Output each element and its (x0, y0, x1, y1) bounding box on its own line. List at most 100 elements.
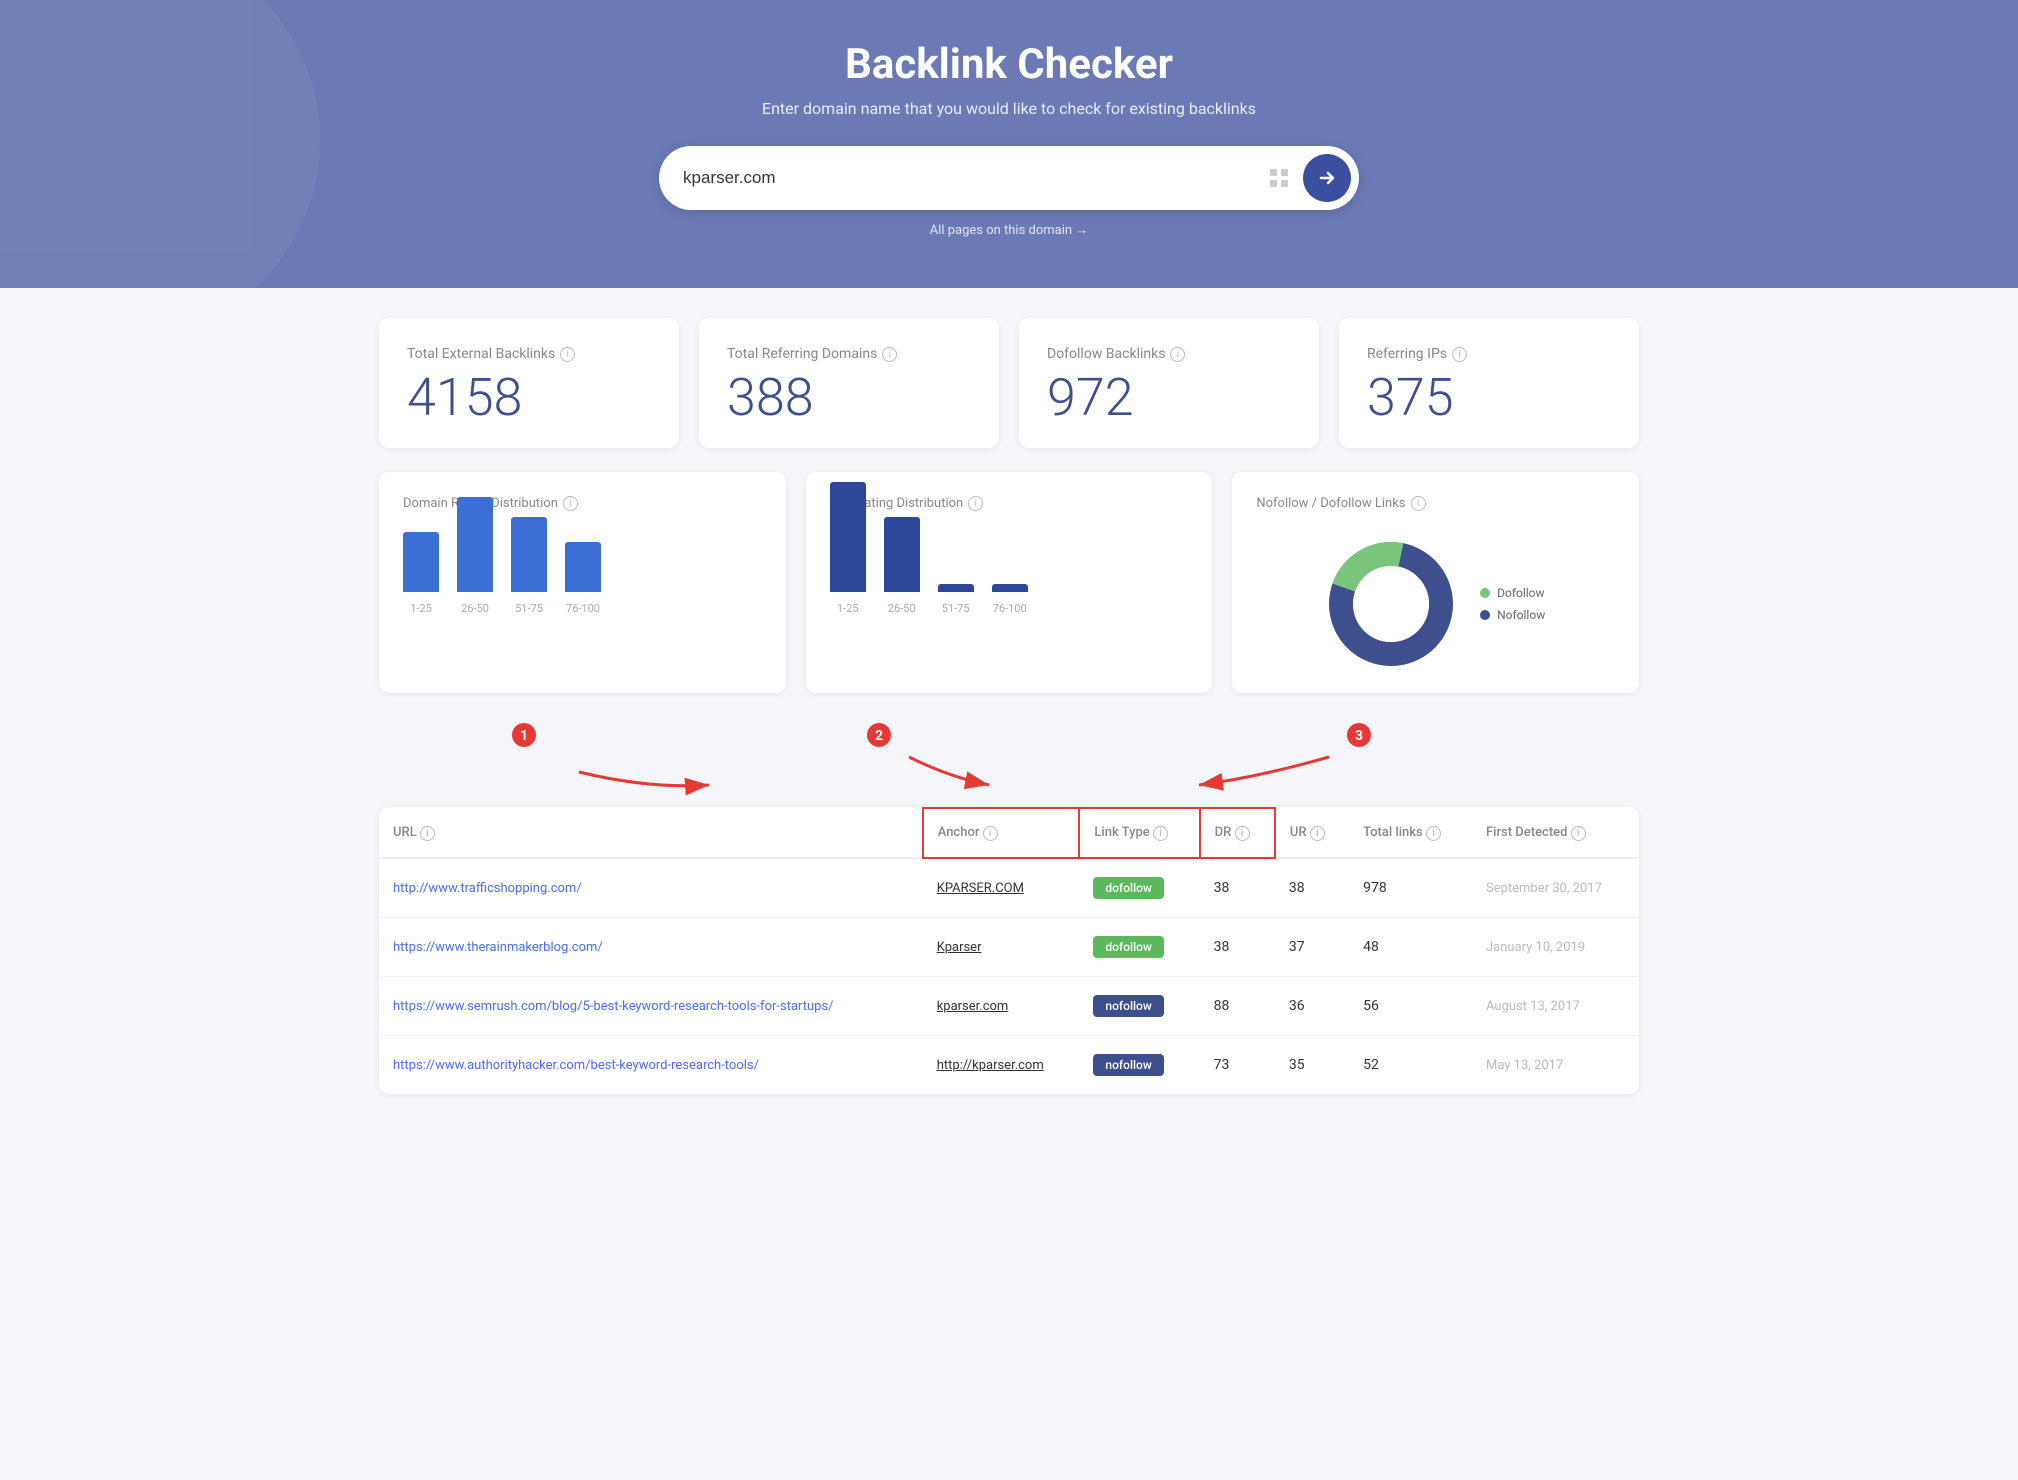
td-ur-2: 37 (1275, 918, 1349, 977)
td-url-2: https://www.therainmakerblog.com/ (379, 918, 923, 977)
stat-label-backlinks: Total External Backlinks i (407, 346, 651, 362)
page-title: Backlink Checker (20, 40, 1998, 89)
anchor-text-1: KPARSER.COM (937, 881, 1024, 896)
url-bar-group-76-100: 76-100 (992, 584, 1028, 615)
info-icon-backlinks[interactable]: i (560, 347, 575, 362)
svg-text:2: 2 (875, 728, 883, 744)
bar-label-51-75: 51-75 (515, 602, 543, 615)
svg-text:1: 1 (520, 728, 528, 744)
td-date-3: August 13, 2017 (1472, 977, 1639, 1036)
search-hint[interactable]: All pages on this domain → (20, 222, 1998, 238)
stat-value-dofollow: 972 (1047, 372, 1291, 424)
url-link-4[interactable]: https://www.authorityhacker.com/best-key… (393, 1058, 759, 1073)
info-icon-anchor-col[interactable]: i (983, 826, 998, 841)
bar-1-25 (403, 532, 439, 592)
td-linktype-3: nofollow (1079, 977, 1199, 1036)
td-date-1: September 30, 2017 (1472, 858, 1639, 918)
info-icon-nofollow-chart[interactable]: i (1411, 496, 1426, 511)
legend-dofollow: Dofollow (1480, 586, 1545, 600)
legend-dot-nofollow (1480, 610, 1490, 620)
td-date-2: January 10, 2019 (1472, 918, 1639, 977)
stat-label-ips: Referring IPs i (1367, 346, 1611, 362)
url-bar-group-1-25: 1-25 (830, 482, 866, 615)
stat-card-backlinks: Total External Backlinks i 4158 (379, 318, 679, 448)
th-link-type: Link Type i (1079, 808, 1199, 858)
td-date-4: May 13, 2017 (1472, 1036, 1639, 1095)
table-header: URL i Anchor i Link Type i DR (379, 808, 1639, 858)
table-row: https://www.semrush.com/blog/5-best-keyw… (379, 977, 1639, 1036)
stat-value-ips: 375 (1367, 372, 1611, 424)
bar-51-75 (511, 517, 547, 592)
legend-nofollow: Nofollow (1480, 608, 1545, 622)
donut-container: Dofollow Nofollow (1256, 529, 1615, 669)
th-first-detected: First Detected i (1472, 808, 1639, 858)
url-link-2[interactable]: https://www.therainmakerblog.com/ (393, 940, 603, 955)
td-links-3: 56 (1349, 977, 1472, 1036)
anchor-text-4: http://kparser.com (937, 1058, 1044, 1073)
td-dr-2: 38 (1200, 918, 1275, 977)
info-icon-url-chart[interactable]: i (968, 496, 983, 511)
td-ur-1: 38 (1275, 858, 1349, 918)
url-link-1[interactable]: http://www.trafficshopping.com/ (393, 881, 582, 896)
info-icon-dr-col[interactable]: i (1235, 826, 1250, 841)
td-dr-3: 88 (1200, 977, 1275, 1036)
search-button[interactable] (1303, 154, 1351, 202)
stat-value-domains: 388 (727, 372, 971, 424)
chart-url-rating: URL Rating Distribution i 1-25 26-50 51-… (806, 472, 1213, 693)
header-section: Backlink Checker Enter domain name that … (0, 0, 2018, 288)
url-bar-51-75 (938, 584, 974, 592)
td-ur-3: 36 (1275, 977, 1349, 1036)
info-icon-dofollow[interactable]: i (1170, 347, 1185, 362)
stats-row: Total External Backlinks i 4158 Total Re… (379, 318, 1639, 448)
chart-title-url: URL Rating Distribution i (830, 496, 1189, 511)
chart-nofollow-dofollow: Nofollow / Dofollow Links i Dofollow (1232, 472, 1639, 693)
donut-legend: Dofollow Nofollow (1480, 586, 1545, 622)
url-bar-1-25 (830, 482, 866, 592)
info-icon-domain-chart[interactable]: i (563, 496, 578, 511)
bar-group-51-75: 51-75 (511, 517, 547, 615)
charts-row: Domain Rating Distribution i 1-25 26-50 … (379, 472, 1639, 693)
svg-text:3: 3 (1355, 728, 1363, 744)
td-links-2: 48 (1349, 918, 1472, 977)
chart-domain-rating: Domain Rating Distribution i 1-25 26-50 … (379, 472, 786, 693)
info-icon-domains[interactable]: i (882, 347, 897, 362)
bar-label-26-50: 26-50 (461, 602, 489, 615)
td-anchor-1: KPARSER.COM (923, 858, 1080, 918)
td-links-1: 978 (1349, 858, 1472, 918)
url-link-3[interactable]: https://www.semrush.com/blog/5-best-keyw… (393, 999, 834, 1014)
td-url-4: https://www.authorityhacker.com/best-key… (379, 1036, 923, 1095)
bar-group-76-100: 76-100 (565, 542, 601, 615)
th-ur: UR i (1275, 808, 1349, 858)
url-bar-26-50 (884, 517, 920, 592)
url-bar-chart: 1-25 26-50 51-75 76-100 (830, 529, 1189, 639)
td-dr-4: 73 (1200, 1036, 1275, 1095)
stat-card-domains: Total Referring Domains i 388 (699, 318, 999, 448)
th-anchor: Anchor i (923, 808, 1080, 858)
info-icon-links-col[interactable]: i (1426, 826, 1441, 841)
td-linktype-2: dofollow (1079, 918, 1199, 977)
table-wrapper: URL i Anchor i Link Type i DR (379, 807, 1639, 1094)
donut-chart-svg (1326, 539, 1456, 669)
info-icon-detected-col[interactable]: i (1571, 826, 1586, 841)
table-row: https://www.therainmakerblog.com/ Kparse… (379, 918, 1639, 977)
url-bar-group-26-50: 26-50 (884, 517, 920, 615)
search-bar (659, 146, 1359, 210)
bar-76-100 (565, 542, 601, 592)
td-linktype-1: dofollow (1079, 858, 1199, 918)
td-url-3: https://www.semrush.com/blog/5-best-keyw… (379, 977, 923, 1036)
url-bar-label-51-75: 51-75 (942, 602, 970, 615)
td-ur-4: 35 (1275, 1036, 1349, 1095)
info-icon-url-col[interactable]: i (420, 826, 435, 841)
th-url: URL i (379, 808, 923, 858)
info-icon-ur-col[interactable]: i (1310, 826, 1325, 841)
badge-nofollow-3: nofollow (1093, 995, 1163, 1017)
search-input[interactable] (683, 168, 1261, 188)
anchor-text-3: kparser.com (937, 999, 1009, 1014)
info-icon-linktype-col[interactable]: i (1153, 826, 1168, 841)
url-bar-76-100 (992, 584, 1028, 592)
bar-group-26-50: 26-50 (457, 497, 493, 615)
td-anchor-3: kparser.com (923, 977, 1080, 1036)
info-icon-ips[interactable]: i (1452, 347, 1467, 362)
anchor-text-2: Kparser (937, 940, 982, 955)
chart-title-nofollow: Nofollow / Dofollow Links i (1256, 496, 1615, 511)
